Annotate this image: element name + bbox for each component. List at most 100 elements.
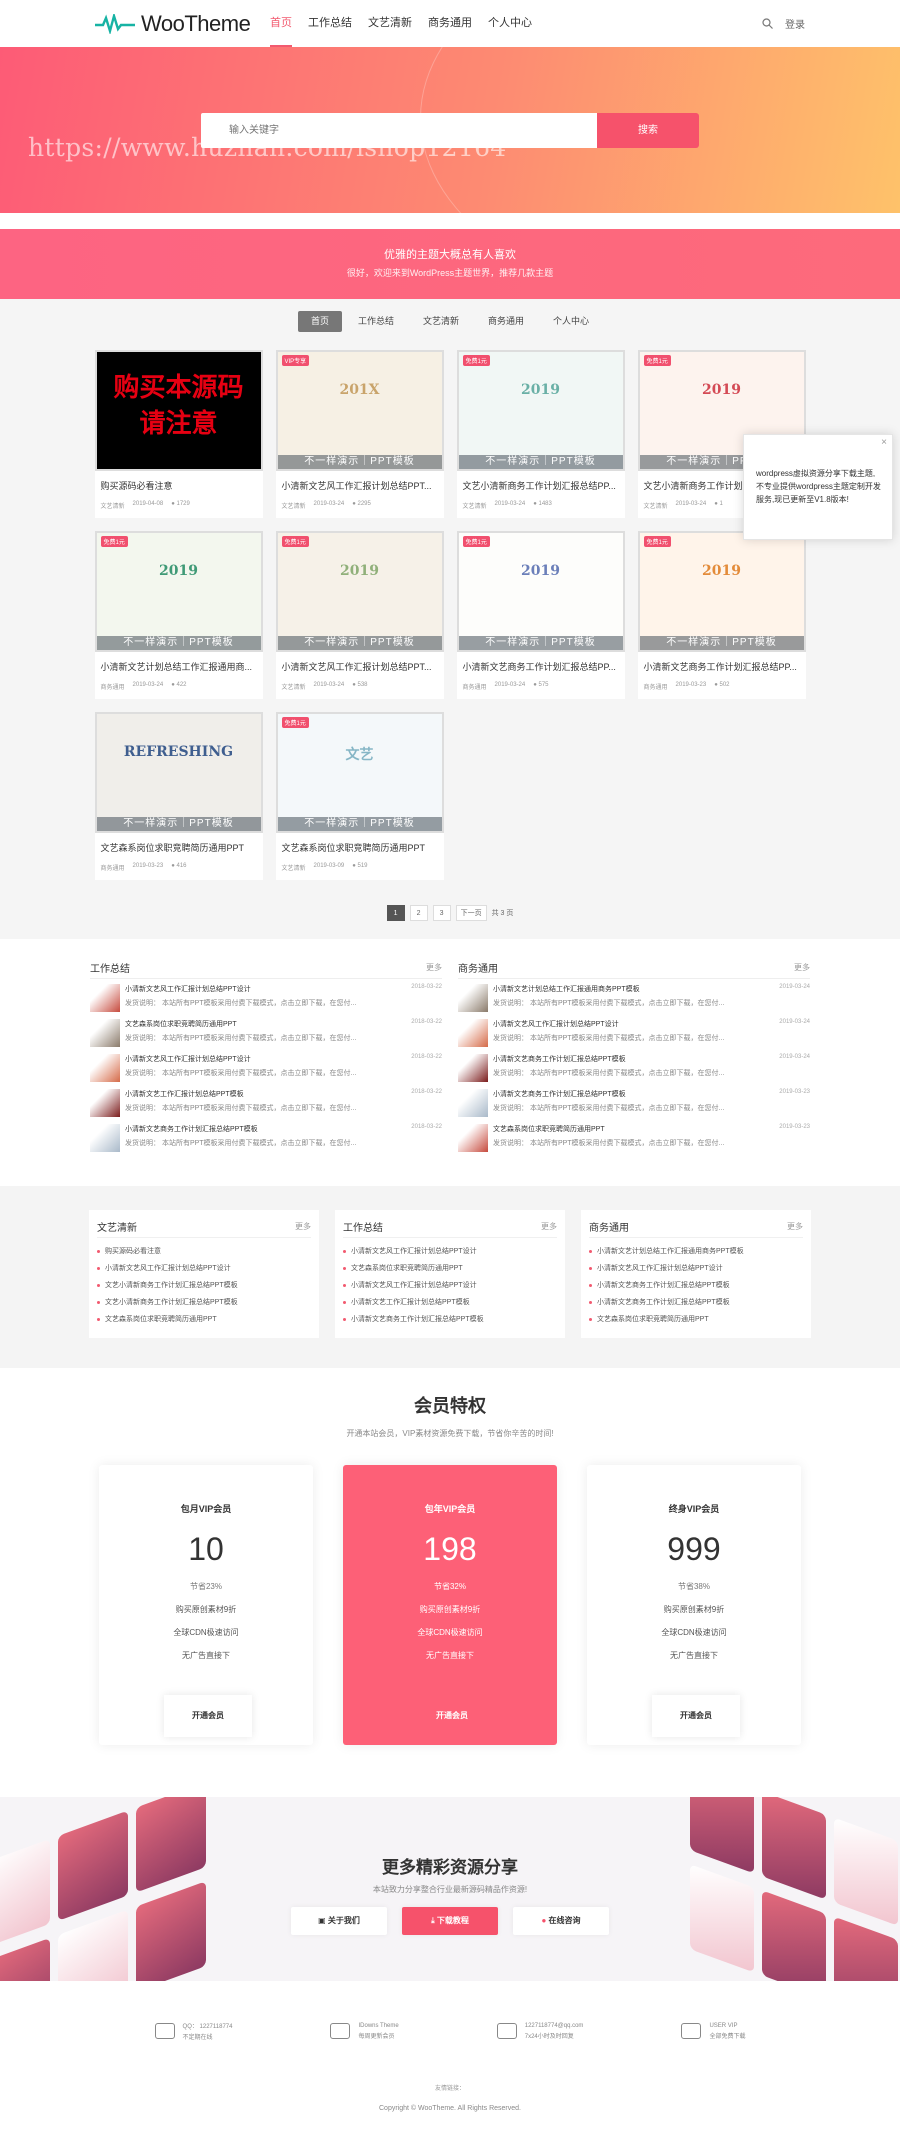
- list-item[interactable]: 小清新文艺计划总结工作汇报通用商务PPT模板 2019-03-24 发货说明： 本站…: [458, 979, 810, 1014]
- list-item-title[interactable]: 小清新文艺计划总结工作汇报通用商务PPT模板: [493, 984, 640, 994]
- post-thumbnail[interactable]: 免费1元 2019 不一样演示｜PPT模板: [275, 531, 444, 652]
- list-item[interactable]: 小清新文艺工作汇报计划总结PPT模板 2018-03-22 发货说明： 本站所有PP…: [90, 1084, 442, 1119]
- post-card[interactable]: 购买本源码请注意 购买源码必看注意 文艺清新 2019-04-08 ● 1729: [94, 350, 263, 518]
- category-link[interactable]: 文艺小清新商务工作计划汇报总结PPT模板: [97, 1294, 311, 1311]
- nav-business[interactable]: 商务通用: [428, 0, 472, 47]
- category-link[interactable]: 小清新文艺商务工作计划汇报总结PPT模板: [589, 1277, 803, 1294]
- download-tutorial-button[interactable]: ⤓ 下载教程: [402, 1907, 498, 1935]
- post-card[interactable]: 免费1元 2019 不一样演示｜PPT模板 小清新文艺计划总结工作汇报通用商... 商务…: [94, 531, 263, 699]
- nav-home[interactable]: 首页: [270, 0, 292, 47]
- post-category[interactable]: 文艺清新: [282, 863, 306, 872]
- list-item-title[interactable]: 小清新文艺风工作汇报计划总结PPT设计: [125, 1054, 251, 1064]
- list-item[interactable]: 小清新文艺商务工作计划汇报总结PPT模板 2018-03-22 发货说明： 本站所有…: [90, 1119, 442, 1154]
- list-thumbnail[interactable]: [90, 984, 120, 1012]
- list-item-title[interactable]: 小清新文艺商务工作计划汇报总结PPT模板: [493, 1054, 626, 1064]
- list-item[interactable]: 小清新文艺风工作汇报计划总结PPT设计 2019-03-24 发货说明： 本站所有P…: [458, 1014, 810, 1049]
- list-thumbnail[interactable]: [458, 1019, 488, 1047]
- category-link[interactable]: 购买源码必看注意: [97, 1243, 311, 1260]
- post-category[interactable]: 商务通用: [463, 682, 487, 691]
- post-category[interactable]: 文艺清新: [101, 501, 125, 510]
- post-thumbnail[interactable]: 免费1元 2019 不一样演示｜PPT模板: [637, 531, 806, 652]
- post-title[interactable]: 小清新文艺商务工作计划汇报总结PP...: [457, 652, 625, 673]
- post-card[interactable]: 免费1元 2019 不一样演示｜PPT模板 小清新文艺商务工作计划汇报总结PP... 商…: [637, 531, 806, 699]
- category-link[interactable]: 小清新文艺风工作汇报计划总结PPT设计: [589, 1260, 803, 1277]
- post-title[interactable]: 小清新文艺风工作汇报计划总结PPT...: [276, 652, 444, 673]
- open-vip-button[interactable]: 开通会员: [652, 1695, 740, 1737]
- list-thumbnail[interactable]: [90, 1089, 120, 1117]
- post-category[interactable]: 商务通用: [101, 863, 125, 872]
- open-vip-button[interactable]: 开通会员: [164, 1695, 252, 1737]
- post-thumbnail[interactable]: 免费1元 2019 不一样演示｜PPT模板: [94, 531, 263, 652]
- list-thumbnail[interactable]: [90, 1019, 120, 1047]
- close-icon[interactable]: ×: [881, 436, 887, 449]
- post-card[interactable]: 免费1元 2019 不一样演示｜PPT模板 小清新文艺风工作汇报计划总结PPT... 文…: [275, 531, 444, 699]
- post-category[interactable]: 文艺清新: [282, 682, 306, 691]
- post-card[interactable]: 免费1元 文艺 不一样演示｜PPT模板 文艺森系岗位求职竞聘简历通用PPT 文艺清新 20…: [275, 712, 444, 880]
- post-card[interactable]: 免费1元 2019 不一样演示｜PPT模板 文艺小清新商务工作计划汇报总结PP... 文…: [456, 350, 625, 518]
- login-link[interactable]: 登录: [785, 16, 805, 31]
- post-category[interactable]: 文艺清新: [463, 501, 487, 510]
- nav-literary[interactable]: 文艺清新: [368, 0, 412, 47]
- search-icon[interactable]: [762, 18, 773, 29]
- post-category[interactable]: 商务通用: [644, 682, 668, 691]
- category-link[interactable]: 文艺森系岗位求职竞聘简历通用PPT: [589, 1311, 803, 1328]
- post-title[interactable]: 文艺森系岗位求职竞聘简历通用PPT: [95, 833, 263, 854]
- next-page-button[interactable]: 下一页: [455, 905, 487, 921]
- list-thumbnail[interactable]: [458, 984, 488, 1012]
- post-card[interactable]: VIP专享 201X 不一样演示｜PPT模板 小清新文艺风工作汇报计划总结PPT...…: [275, 350, 444, 518]
- list-item[interactable]: 小清新文艺商务工作计划汇报总结PPT模板 2019-03-23 发货说明： 本站所有…: [458, 1084, 810, 1119]
- post-thumbnail[interactable]: 购买本源码请注意: [94, 350, 263, 471]
- post-thumbnail[interactable]: REFRESHING 不一样演示｜PPT模板: [94, 712, 263, 833]
- page-1[interactable]: 1: [386, 905, 405, 921]
- more-link[interactable]: 更多: [295, 1221, 311, 1232]
- tab-literary[interactable]: 文艺清新: [410, 311, 472, 332]
- category-link[interactable]: 小清新文艺商务工作计划汇报总结PPT模板: [343, 1311, 557, 1328]
- tab-work-summary[interactable]: 工作总结: [345, 311, 407, 332]
- post-thumbnail[interactable]: 免费1元 2019 不一样演示｜PPT模板: [456, 531, 625, 652]
- category-link[interactable]: 文艺森系岗位求职竞聘简历通用PPT: [343, 1260, 557, 1277]
- post-title[interactable]: 小清新文艺商务工作计划汇报总结PP...: [638, 652, 806, 673]
- post-thumbnail[interactable]: 免费1元 文艺 不一样演示｜PPT模板: [275, 712, 444, 833]
- page-3[interactable]: 3: [432, 905, 451, 921]
- list-item-title[interactable]: 小清新文艺商务工作计划汇报总结PPT模板: [493, 1089, 626, 1099]
- list-item-title[interactable]: 小清新文艺风工作汇报计划总结PPT设计: [493, 1019, 619, 1029]
- list-thumbnail[interactable]: [458, 1124, 488, 1152]
- tab-business[interactable]: 商务通用: [475, 311, 537, 332]
- category-link[interactable]: 小清新文艺风工作汇报计划总结PPT设计: [343, 1243, 557, 1260]
- category-link[interactable]: 小清新文艺风工作汇报计划总结PPT设计: [343, 1277, 557, 1294]
- online-consult-button[interactable]: ● 在线咨询: [513, 1907, 609, 1935]
- nav-user-center[interactable]: 个人中心: [488, 0, 532, 47]
- more-link[interactable]: 更多: [787, 1221, 803, 1232]
- more-link[interactable]: 更多: [794, 962, 810, 973]
- post-thumbnail[interactable]: VIP专享 201X 不一样演示｜PPT模板: [275, 350, 444, 471]
- post-card[interactable]: 免费1元 2019 不一样演示｜PPT模板 小清新文艺商务工作计划汇报总结PP... 商…: [456, 531, 625, 699]
- post-title[interactable]: 文艺小清新商务工作计划汇报总结PP...: [457, 471, 625, 492]
- more-link[interactable]: 更多: [541, 1221, 557, 1232]
- list-item-title[interactable]: 小清新文艺风工作汇报计划总结PPT设计: [125, 984, 251, 994]
- list-item[interactable]: 文艺森系岗位求职竞聘简历通用PPT 2019-03-23 发货说明： 本站所有PPT…: [458, 1119, 810, 1154]
- post-title[interactable]: 小清新文艺风工作汇报计划总结PPT...: [276, 471, 444, 492]
- category-link[interactable]: 小清新文艺工作汇报计划总结PPT模板: [343, 1294, 557, 1311]
- category-link[interactable]: 小清新文艺商务工作计划汇报总结PPT模板: [589, 1294, 803, 1311]
- more-link[interactable]: 更多: [426, 962, 442, 973]
- post-category[interactable]: 文艺清新: [644, 501, 668, 510]
- list-thumbnail[interactable]: [90, 1124, 120, 1152]
- list-item[interactable]: 小清新文艺风工作汇报计划总结PPT设计 2018-03-22 发货说明： 本站所有P…: [90, 979, 442, 1014]
- list-item-title[interactable]: 小清新文艺商务工作计划汇报总结PPT模板: [125, 1124, 258, 1134]
- category-link[interactable]: 文艺森系岗位求职竞聘简历通用PPT: [97, 1311, 311, 1328]
- post-title[interactable]: 购买源码必看注意: [95, 471, 263, 492]
- list-item[interactable]: 小清新文艺商务工作计划汇报总结PPT模板 2019-03-24 发货说明： 本站所有…: [458, 1049, 810, 1084]
- list-item[interactable]: 小清新文艺风工作汇报计划总结PPT设计 2018-03-22 发货说明： 本站所有P…: [90, 1049, 442, 1084]
- post-thumbnail[interactable]: 免费1元 2019 不一样演示｜PPT模板: [456, 350, 625, 471]
- post-title[interactable]: 文艺森系岗位求职竞聘简历通用PPT: [276, 833, 444, 854]
- nav-work-summary[interactable]: 工作总结: [308, 0, 352, 47]
- post-card[interactable]: REFRESHING 不一样演示｜PPT模板 文艺森系岗位求职竞聘简历通用PPT 商务…: [94, 712, 263, 880]
- post-category[interactable]: 文艺清新: [282, 501, 306, 510]
- list-thumbnail[interactable]: [90, 1054, 120, 1082]
- list-item-title[interactable]: 文艺森系岗位求职竞聘简历通用PPT: [493, 1124, 605, 1134]
- tab-home[interactable]: 首页: [297, 311, 342, 332]
- list-item[interactable]: 文艺森系岗位求职竞聘简历通用PPT 2018-03-22 发货说明： 本站所有PPT…: [90, 1014, 442, 1049]
- category-link[interactable]: 小清新文艺风工作汇报计划总结PPT设计: [97, 1260, 311, 1277]
- search-button[interactable]: 搜索: [597, 113, 699, 148]
- open-vip-button[interactable]: 开通会员: [408, 1695, 496, 1737]
